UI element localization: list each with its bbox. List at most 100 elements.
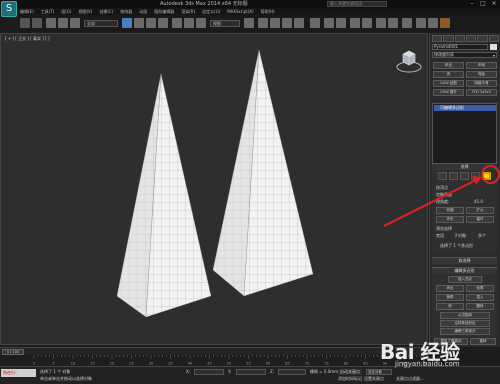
percent-snap-icon[interactable] — [282, 18, 292, 28]
search-input[interactable]: 键入关键字或短语 — [327, 1, 387, 7]
y-coordinate-field[interactable] — [236, 369, 266, 375]
window-crossing-icon[interactable] — [158, 18, 168, 28]
object-color-swatch[interactable] — [490, 44, 497, 50]
angle-snap-icon[interactable] — [270, 18, 280, 28]
menu-item[interactable]: 编辑(E) — [20, 8, 34, 15]
rotate-icon[interactable] — [184, 18, 194, 28]
insert-vertex-button[interactable]: 插入顶点 — [448, 276, 482, 283]
viewcube-icon[interactable] — [395, 46, 423, 74]
rollout-title[interactable]: 软选择 — [432, 258, 497, 264]
modifier-button[interactable]: UVW 贴图 — [433, 80, 464, 87]
scale-icon[interactable] — [196, 18, 206, 28]
layer-manager-icon[interactable] — [350, 18, 360, 28]
utilities-tab-icon[interactable] — [488, 35, 499, 42]
menu-item[interactable]: 工具(T) — [41, 8, 55, 15]
flip-button[interactable]: 翻转 — [466, 303, 494, 310]
unlink-icon[interactable] — [58, 18, 68, 28]
modifier-button[interactable]: 挤出 — [433, 62, 464, 69]
outline-button[interactable]: 轮廓 — [466, 285, 494, 292]
menu-item[interactable]: 组(G) — [61, 8, 71, 15]
menu-item[interactable]: 修改器 — [120, 8, 132, 15]
menu-item[interactable]: 帮助(H) — [261, 8, 275, 15]
menu-item[interactable]: 自定义(U) — [202, 8, 220, 15]
motion-tab-icon[interactable] — [465, 35, 477, 42]
display-tab-icon[interactable] — [477, 35, 488, 42]
z-coordinate-field[interactable] — [278, 369, 306, 375]
align-icon[interactable] — [336, 18, 346, 28]
maximize-icon[interactable]: □ — [479, 0, 487, 7]
mirror-icon[interactable] — [324, 18, 334, 28]
minimize-icon[interactable]: – — [468, 0, 476, 7]
maxscript-listener[interactable]: 所在行： — [1, 369, 36, 377]
perspective-viewport[interactable]: [ + ] [ 正交 ] [ 真实 ] [ ] — [0, 33, 428, 345]
bridge-button[interactable]: 桥 — [436, 303, 464, 310]
extrude-along-spline-button[interactable]: 沿样条线挤出 — [440, 320, 490, 327]
curve-editor-icon[interactable] — [376, 18, 386, 28]
app-logo-icon[interactable]: S — [1, 1, 17, 17]
named-selection-icon[interactable] — [310, 18, 320, 28]
graphite-tools-icon[interactable] — [362, 18, 372, 28]
stack-item-editable-poly[interactable]: 可编辑多边形 — [434, 105, 496, 111]
render-icon[interactable] — [440, 18, 450, 28]
preview-multi-radio[interactable]: 多个 — [478, 233, 486, 239]
menu-item[interactable]: 视图(V) — [78, 8, 92, 15]
modifier-button[interactable]: FFD 3x3x3 — [466, 89, 497, 96]
pivot-center-icon[interactable] — [244, 18, 254, 28]
reference-coordinate-dropdown[interactable]: 视图 — [210, 20, 240, 27]
track-bar[interactable]: 0 5 10 15 20 25 30 35 40 45 50 55 60 65 70 75 80 85 90 95 10… — [0, 355, 428, 366]
select-by-name-icon[interactable] — [134, 18, 144, 28]
menu-item[interactable]: 图形编辑器 — [154, 8, 174, 15]
link-icon[interactable] — [46, 18, 56, 28]
select-object-icon[interactable] — [122, 18, 132, 28]
time-slider-track[interactable]: 0 / 100 — [0, 347, 428, 355]
edit-triangulation-button[interactable]: 编辑三角剖分 — [440, 328, 490, 335]
material-editor-icon[interactable] — [402, 18, 412, 28]
menu-item[interactable]: 渲染(R) — [181, 8, 195, 15]
pyramid-left[interactable] — [116, 73, 212, 318]
modifier-button[interactable]: 壳 — [433, 71, 464, 78]
selected-object-dropdown[interactable]: 选定对象 — [366, 369, 392, 375]
modifier-button[interactable]: 网格平滑 — [466, 80, 497, 87]
close-icon[interactable]: × — [490, 0, 498, 7]
schematic-view-icon[interactable] — [388, 18, 398, 28]
preview-off-radio[interactable]: 禁用 — [436, 233, 444, 239]
menu-item[interactable]: 动画 — [139, 8, 147, 15]
preview-subobject-radio[interactable]: 子对象 — [454, 233, 466, 239]
modify-tab-icon[interactable] — [443, 35, 454, 42]
menu-item[interactable]: 创建(C) — [99, 8, 113, 15]
menu-item[interactable]: MAXScript(X) — [227, 8, 253, 15]
move-icon[interactable] — [172, 18, 182, 28]
hinge-from-edge-button[interactable]: 从边旋转 — [440, 312, 490, 319]
modifier-list-dropdown[interactable]: 修改器列表 — [432, 52, 497, 58]
extrude-button[interactable]: 挤出 — [436, 285, 464, 292]
pyramid-right[interactable] — [212, 49, 314, 297]
chevron-down-icon[interactable]: ▾ — [493, 53, 495, 58]
object-name-field[interactable]: Pyramid001 — [432, 44, 488, 50]
inset-button[interactable]: 插入 — [466, 294, 494, 301]
spinner-snap-icon[interactable] — [294, 18, 304, 28]
render-setup-icon[interactable] — [416, 18, 426, 28]
ruler-number: 60 — [266, 362, 270, 366]
ruler-number: 15 — [90, 362, 94, 366]
x-coordinate-field[interactable] — [194, 369, 224, 375]
snap-icon[interactable] — [258, 18, 268, 28]
ruler-number: 0 — [33, 362, 35, 366]
create-tab-icon[interactable] — [432, 35, 443, 42]
modifier-button[interactable]: 弯曲 — [466, 71, 497, 78]
undo-icon[interactable] — [20, 18, 30, 28]
modifier-button[interactable]: 车削 — [466, 62, 497, 69]
redo-icon[interactable] — [32, 18, 42, 28]
turn-button[interactable]: 旋转 — [470, 338, 496, 345]
add-time-tag-button[interactable]: 添加时间标记 — [338, 376, 362, 382]
selection-filter-dropdown[interactable]: 全部 — [84, 20, 118, 27]
hierarchy-tab-icon[interactable] — [454, 35, 465, 42]
render-frame-icon[interactable] — [428, 18, 438, 28]
region-select-icon[interactable] — [146, 18, 156, 28]
rollout-title[interactable]: 编辑多边形 — [432, 268, 497, 274]
key-filters-button[interactable]: 关键点过滤器... — [396, 376, 424, 382]
modifier-button[interactable]: UVW 展开 — [433, 89, 464, 96]
bevel-button[interactable]: 倒角 — [436, 294, 464, 301]
set-key-button[interactable]: 设置关键点 — [364, 376, 384, 382]
auto-key-button[interactable]: 自动关键点 — [338, 369, 362, 375]
bind-spacewarp-icon[interactable] — [70, 18, 80, 28]
